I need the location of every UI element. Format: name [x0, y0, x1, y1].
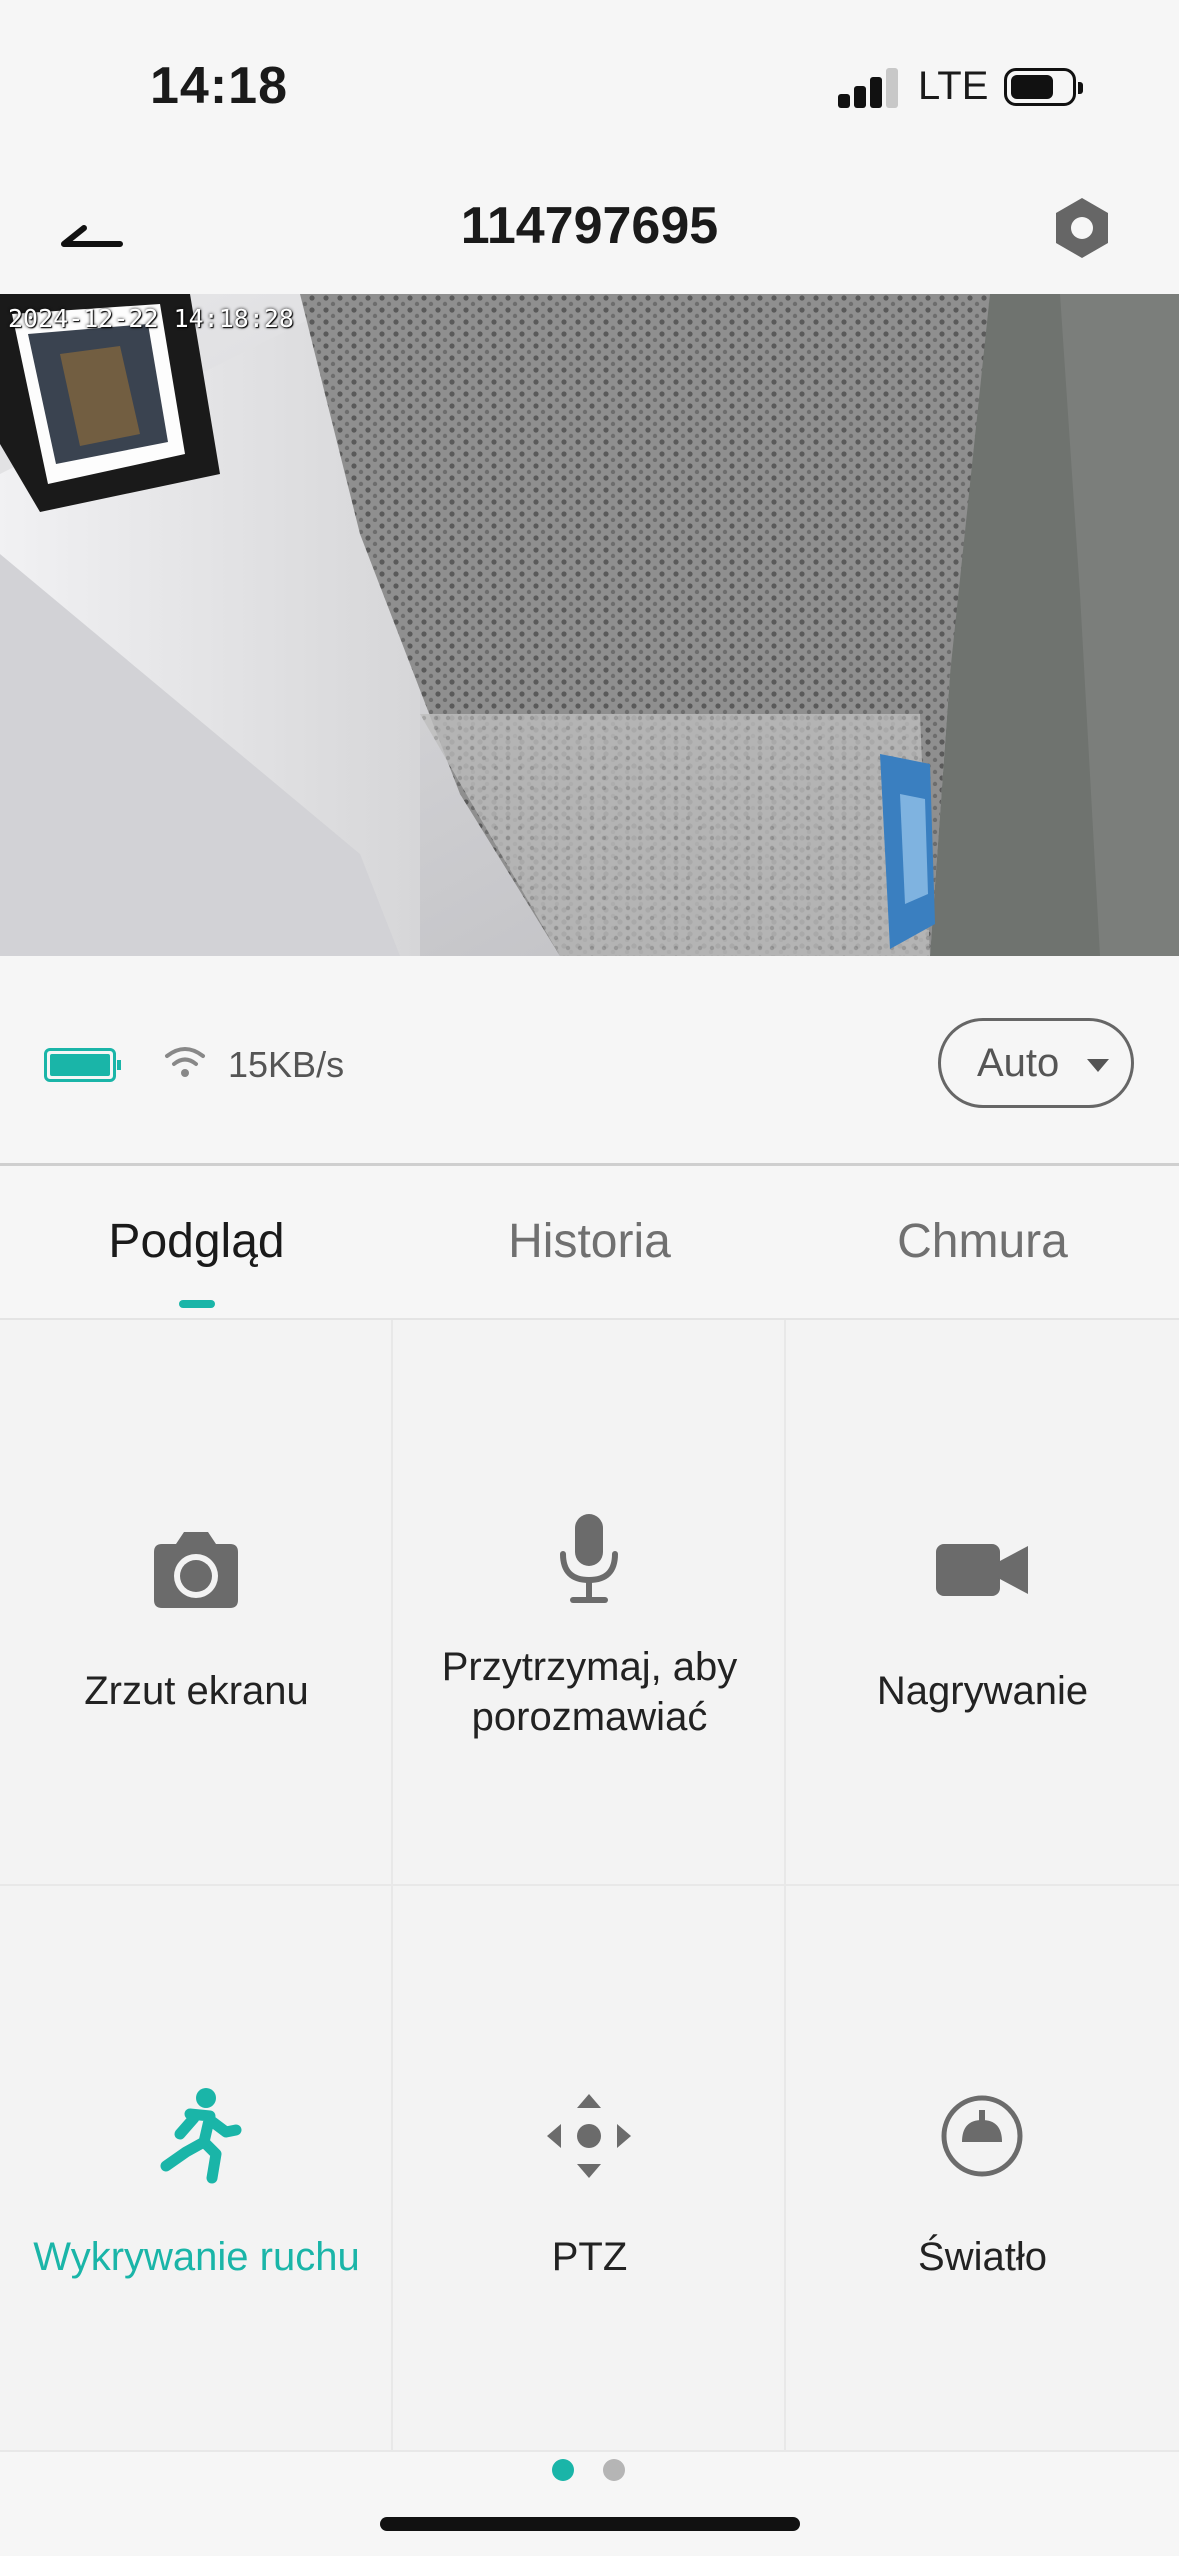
settings-button[interactable] — [1046, 192, 1118, 264]
tab-chmura[interactable]: Chmura — [786, 1214, 1179, 1269]
home-indicator[interactable] — [380, 2517, 800, 2531]
ptz-label: PTZ — [551, 2235, 628, 2279]
tab-historia[interactable]: Historia — [393, 1214, 786, 1269]
quality-label: Auto — [977, 1041, 1060, 1085]
talk-button[interactable]: Przytrzymaj, aby porozmawiać — [393, 1320, 786, 1886]
page-title: 114797695 — [460, 197, 719, 255]
microphone-icon — [560, 1514, 618, 1603]
video-camera-icon — [936, 1544, 1028, 1596]
cellular-signal-icon — [838, 68, 900, 108]
chevron-down-icon — [1087, 1059, 1109, 1072]
status-time: 14:18 — [150, 57, 288, 115]
camera-icon — [154, 1532, 238, 1608]
lamp-icon — [941, 2095, 1023, 2177]
network-type: LTE — [918, 64, 989, 108]
pager-dot-active[interactable] — [552, 2459, 574, 2481]
record-button[interactable]: Nagrywanie — [786, 1320, 1179, 1886]
talk-label-line1: Przytrzymaj, aby — [441, 1645, 738, 1689]
action-grid: Zrzut ekranu Przytrzymaj, aby porozmawia… — [0, 1320, 1179, 2452]
bitrate-readout: 15KB/s — [228, 1044, 345, 1085]
live-video-feed[interactable]: 2024-12-22 14:18:28 — [0, 294, 1179, 956]
running-person-icon — [160, 2088, 242, 2184]
nav-bar: 114797695 — [0, 170, 1179, 294]
quality-selector[interactable]: Auto — [938, 1018, 1134, 1108]
status-bar: 14:18 LTE — [0, 0, 1179, 170]
stream-info-bar: 15KB/s Auto — [0, 956, 1179, 1166]
video-timestamp: 2024-12-22 14:18:28 — [8, 304, 294, 333]
light-label: Światło — [918, 2235, 1047, 2279]
tab-bar: Podgląd Historia Chmura — [0, 1168, 1179, 1320]
record-label: Nagrywanie — [876, 1669, 1089, 1713]
hexagon-settings-icon — [1056, 198, 1108, 258]
light-button[interactable]: Światło — [786, 1886, 1179, 2452]
ptz-button[interactable]: PTZ — [393, 1886, 786, 2452]
battery-icon — [1004, 68, 1083, 106]
pager-dot[interactable] — [603, 2459, 625, 2481]
talk-label-line2: porozmawiać — [471, 1695, 708, 1739]
camera-view-image — [0, 294, 1179, 956]
screenshot-button[interactable]: Zrzut ekranu — [0, 1320, 393, 1886]
tab-podglad[interactable]: Podgląd — [0, 1214, 393, 1269]
motion-detection-label: Wykrywanie ruchu — [33, 2235, 360, 2279]
screenshot-label: Zrzut ekranu — [84, 1669, 309, 1713]
active-tab-indicator — [179, 1300, 215, 1308]
motion-detection-button[interactable]: Wykrywanie ruchu — [0, 1886, 393, 2452]
device-battery-icon — [44, 1048, 121, 1082]
ptz-directional-icon — [547, 2094, 631, 2178]
wifi-icon — [165, 1047, 205, 1077]
